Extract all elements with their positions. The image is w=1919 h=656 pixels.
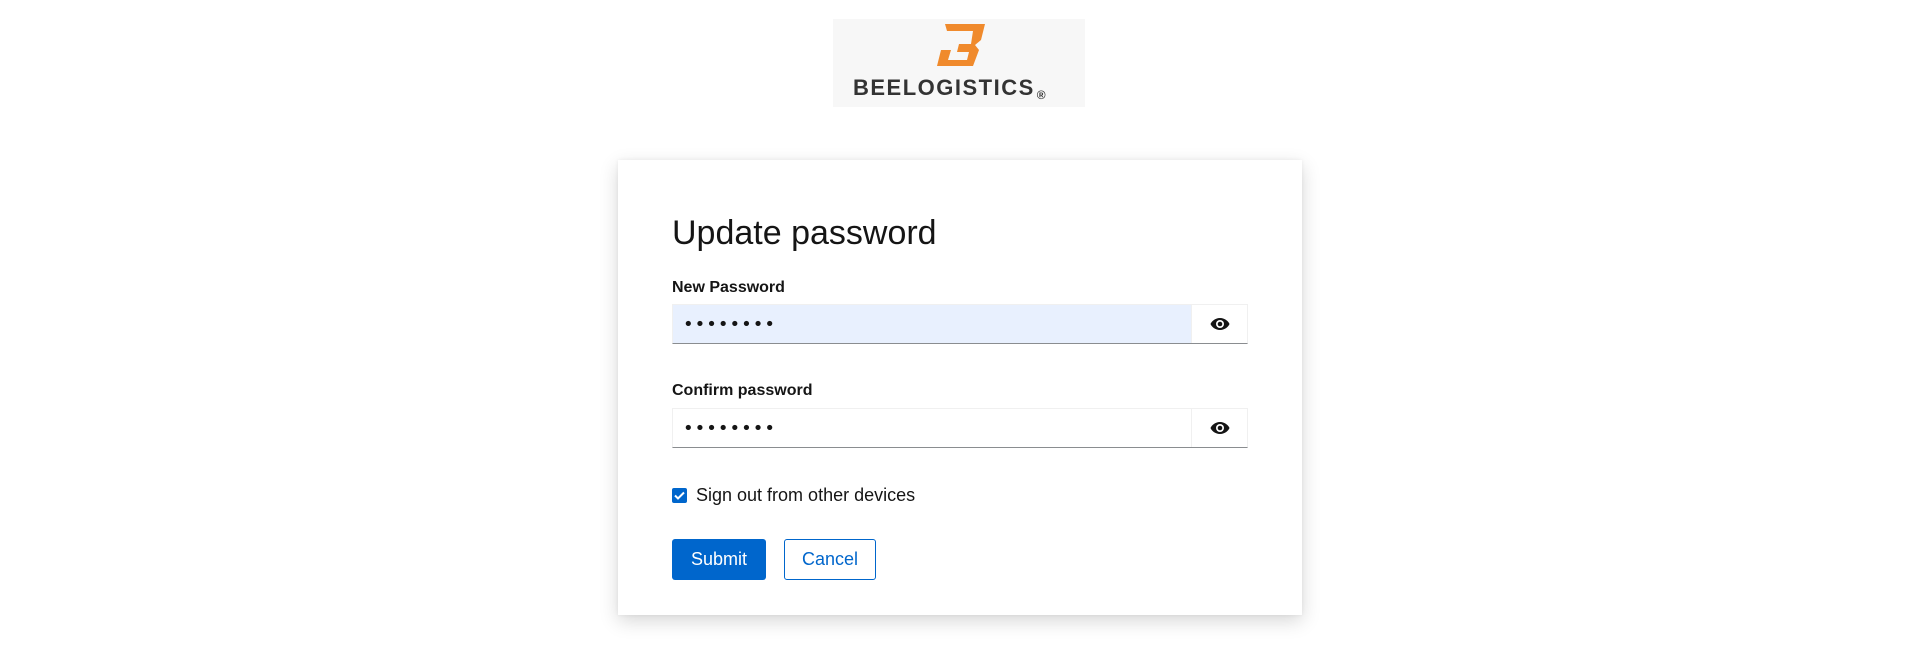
brand-wordmark: BEELOGISTICS ® — [853, 75, 1046, 102]
new-password-label: New Password — [672, 279, 785, 296]
sign-out-other-devices-row: Sign out from other devices — [672, 485, 915, 506]
logo-mark-icon — [937, 24, 985, 66]
confirm-password-field-group — [672, 408, 1248, 448]
brand-logo: BEELOGISTICS ® — [833, 19, 1085, 107]
update-password-card: Update password New Password Confirm pas… — [618, 160, 1302, 615]
cancel-button[interactable]: Cancel — [784, 539, 876, 580]
eye-icon — [1210, 318, 1229, 330]
checkmark-icon — [674, 491, 685, 500]
eye-icon — [1210, 422, 1229, 434]
sign-out-other-devices-label[interactable]: Sign out from other devices — [696, 485, 915, 506]
page-title: Update password — [672, 214, 937, 252]
show-confirm-password-button[interactable] — [1191, 409, 1247, 447]
new-password-input[interactable] — [673, 305, 1191, 343]
sign-out-other-devices-checkbox[interactable] — [672, 488, 687, 503]
submit-button[interactable]: Submit — [672, 539, 766, 580]
show-new-password-button[interactable] — [1191, 305, 1247, 343]
confirm-password-input[interactable] — [673, 409, 1191, 447]
confirm-password-label: Confirm password — [672, 382, 813, 399]
new-password-field-group — [672, 304, 1248, 344]
